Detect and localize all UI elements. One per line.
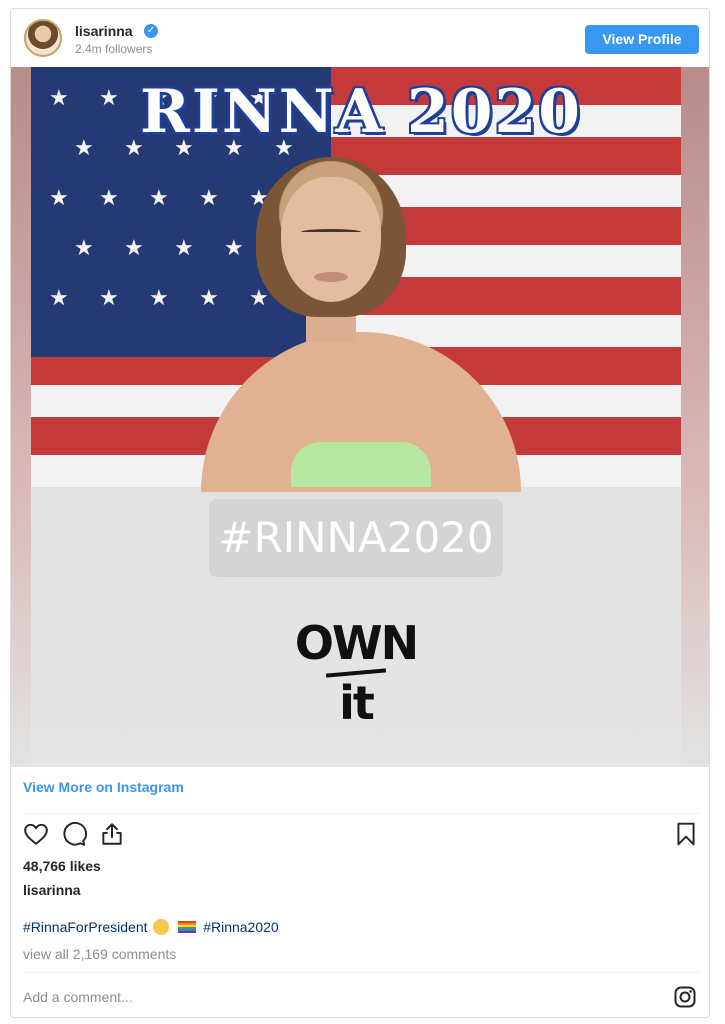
post-image-content: ★ ★ ★ ★ ★ ★ ★ ★ ★ ★ ★ ★ ★ ★ ★ ★ ★ ★ ★ ★ (31, 67, 681, 767)
figure-eyes (301, 229, 361, 235)
image-headline: RINNA 2020 (139, 77, 583, 147)
view-more-link[interactable]: View More on Instagram (23, 779, 184, 795)
own-it-slogan: OWN it (281, 615, 431, 731)
post-header: lisarinna ✓ 2.4m followers View Profile (11, 9, 709, 67)
caption-author[interactable]: lisarinna (23, 882, 81, 898)
slogan-line-1: OWN (294, 616, 419, 670)
flag-star: ★ (99, 285, 119, 310)
rainbow-flag-emoji-icon (178, 921, 197, 933)
view-profile-button[interactable]: View Profile (585, 25, 699, 54)
figure-face (281, 177, 381, 302)
flag-star: ★ (99, 185, 119, 210)
view-all-comments-link[interactable]: view all 2,169 comments (23, 946, 176, 962)
figure-lips (314, 272, 348, 282)
share-icon[interactable] (99, 821, 125, 847)
like-count[interactable]: 48,766 likes (23, 858, 101, 874)
caption-hashtag-2[interactable]: #Rinna2020 (203, 919, 279, 935)
action-bar (23, 821, 699, 851)
flag-star: ★ (74, 235, 94, 260)
flag-star: ★ (149, 285, 169, 310)
flag-star: ★ (49, 285, 69, 310)
add-comment-input[interactable]: Add a comment... (23, 989, 133, 1005)
slogan-line-2: it (339, 676, 375, 730)
username[interactable]: lisarinna (75, 23, 133, 39)
comment-icon[interactable] (61, 821, 87, 847)
flag-star: ★ (149, 185, 169, 210)
divider (23, 813, 699, 814)
caption-hashtag-1[interactable]: #RinnaForPresident (23, 919, 148, 935)
avatar[interactable] (24, 19, 62, 57)
hashtag-sticker: #RINNA2020 (209, 499, 503, 577)
figure-green-top (291, 442, 431, 487)
heart-icon[interactable] (23, 821, 49, 847)
post-image[interactable]: ★ ★ ★ ★ ★ ★ ★ ★ ★ ★ ★ ★ ★ ★ ★ ★ ★ ★ ★ ★ (11, 67, 709, 767)
caption: #RinnaForPresident #Rinna2020 (23, 919, 279, 935)
bookmark-icon[interactable] (673, 821, 699, 847)
flag-star: ★ (49, 185, 69, 210)
instagram-icon[interactable] (673, 985, 697, 1009)
verified-badge-icon: ✓ (144, 24, 158, 38)
flag-star: ★ (49, 85, 69, 110)
divider (23, 972, 699, 973)
laughing-emoji-icon (153, 919, 170, 935)
portrait-figure (181, 157, 541, 492)
follower-count: 2.4m followers (75, 42, 153, 56)
instagram-embed-card: lisarinna ✓ 2.4m followers View Profile … (10, 8, 710, 1018)
flag-star: ★ (124, 235, 144, 260)
